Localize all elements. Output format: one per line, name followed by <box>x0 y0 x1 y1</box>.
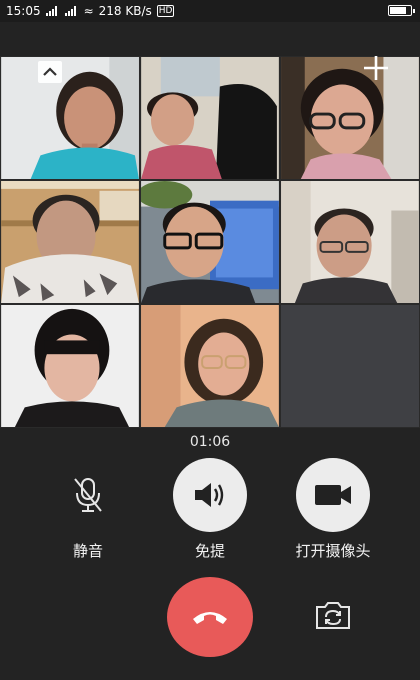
video-camera-icon <box>315 485 351 505</box>
switch-camera-icon <box>316 602 350 629</box>
participant-video[interactable] <box>0 304 140 428</box>
participant-video[interactable] <box>140 56 280 180</box>
participant-8-video-frame <box>141 305 279 427</box>
participant-video[interactable] <box>280 56 420 180</box>
speaker-label: 免提 <box>194 542 225 560</box>
camera-circle <box>296 458 370 532</box>
collapse-button[interactable] <box>38 61 62 83</box>
participant-video[interactable] <box>140 180 280 304</box>
mute-circle <box>51 458 125 532</box>
switch-camera-button[interactable] <box>313 598 353 632</box>
status-bar: 15:05 ≈ 218 KB/s HD <box>0 0 420 22</box>
camera-label: 打开摄像头 <box>295 542 371 560</box>
participant-1-video-frame <box>1 57 139 179</box>
video-grid <box>0 56 420 428</box>
hd-badge: HD <box>156 5 175 17</box>
participant-7-video-frame <box>1 305 139 427</box>
participant-4-video-frame <box>1 181 139 303</box>
plus-icon <box>364 56 388 80</box>
participant-video[interactable] <box>0 56 140 180</box>
participant-5-video-frame <box>141 181 279 303</box>
speaker-icon <box>195 483 224 507</box>
add-member-button[interactable] <box>362 54 390 82</box>
network-speed: 218 KB/s <box>98 4 152 18</box>
participant-2-video-frame <box>141 57 279 179</box>
speaker-button[interactable]: 免提 <box>150 458 270 561</box>
signal-icon <box>45 6 60 16</box>
phone-hangup-icon <box>193 612 227 624</box>
participant-video[interactable] <box>140 304 280 428</box>
mute-label: 静音 <box>72 542 103 560</box>
speaker-circle <box>173 458 247 532</box>
participant-6-video-frame <box>281 181 419 303</box>
status-time: 15:05 <box>6 4 41 18</box>
participant-video[interactable] <box>0 180 140 304</box>
participant-3-video-frame <box>281 57 419 179</box>
camera-button[interactable]: 打开摄像头 <box>273 458 393 561</box>
participant-video[interactable] <box>280 180 420 304</box>
wifi-icon: ≈ <box>83 4 94 18</box>
empty-video-slot <box>280 304 420 428</box>
chevron-up-icon <box>43 67 57 76</box>
battery-icon <box>388 5 415 16</box>
hang-up-button[interactable] <box>167 577 253 657</box>
microphone-off-icon <box>74 478 102 512</box>
mute-button[interactable]: 静音 <box>28 458 148 561</box>
call-duration: 01:06 <box>189 434 231 450</box>
signal-icon <box>64 6 79 16</box>
